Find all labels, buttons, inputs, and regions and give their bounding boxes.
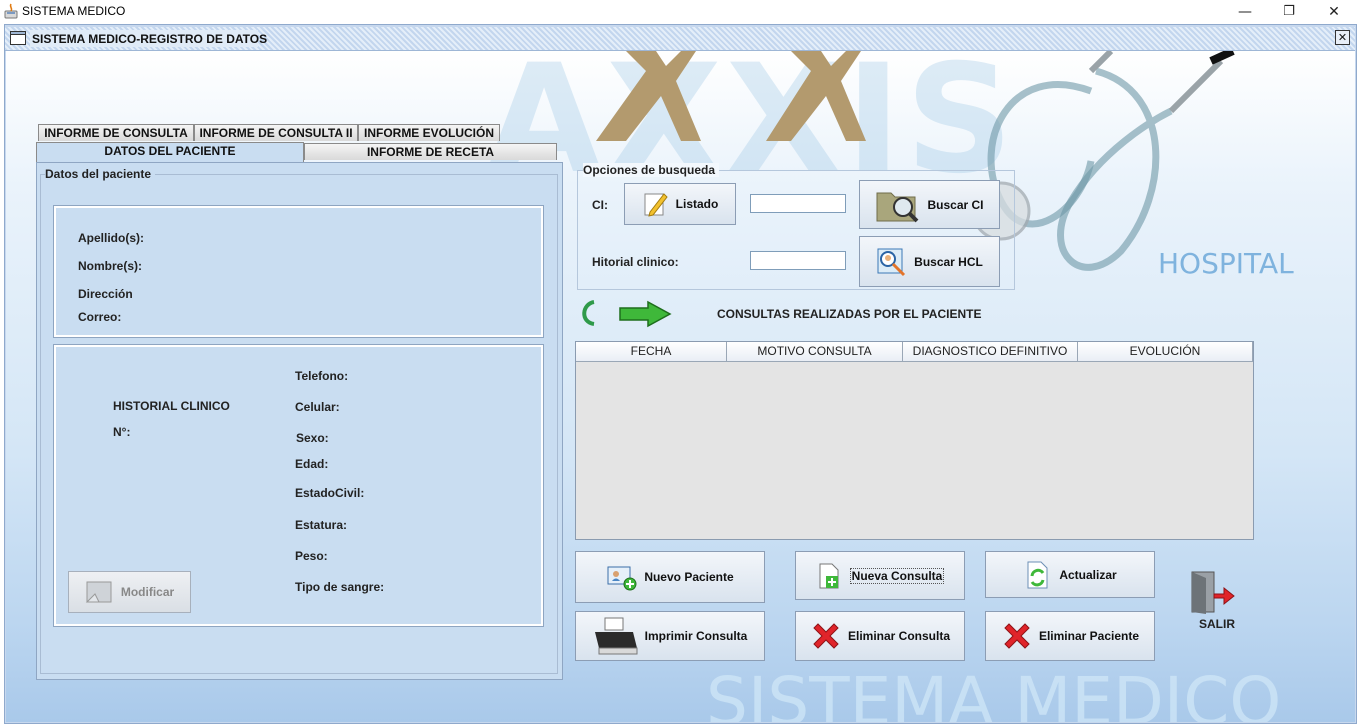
printer-icon (594, 617, 638, 655)
imprimir-consulta-button[interactable]: Imprimir Consulta (575, 611, 765, 661)
axxis-x-logo (596, 51, 866, 141)
edit-note-icon (85, 581, 112, 603)
nuevo-paciente-label: Nuevo Paciente (644, 570, 734, 584)
telefono-label: Telefono: (295, 369, 349, 383)
column-header-motivo[interactable]: MOTIVO CONSULTA (727, 342, 903, 362)
add-patient-icon (607, 566, 637, 591)
estatura-label: Estatura: (295, 518, 348, 532)
nueva-consulta-label: Nueva Consulta (849, 567, 945, 584)
correo-label: Correo: (78, 310, 122, 324)
tipo-sangre-label: Tipo de sangre: (295, 580, 385, 594)
frame-title: SISTEMA MEDICO-REGISTRO DE DATOS (32, 32, 268, 46)
person-search-icon (877, 248, 906, 276)
green-arrow-icon (619, 300, 672, 328)
minimize-button[interactable]: — (1222, 0, 1268, 23)
close-icon: ✕ (1337, 31, 1348, 44)
delete-x-icon (813, 623, 839, 649)
modificar-label: Modificar (120, 585, 175, 599)
apellido-label: Apellido(s): (78, 231, 144, 245)
pencil-note-icon (644, 193, 668, 217)
close-window-button[interactable]: ✕ (1311, 0, 1357, 23)
tab-datos-paciente[interactable]: DATOS DEL PACIENTE (36, 142, 304, 162)
buscar-hcl-button[interactable]: Buscar HCL (859, 236, 1000, 287)
search-group-title: Opciones de busqueda (583, 163, 720, 177)
modificar-button[interactable]: Modificar (68, 571, 191, 613)
java-app-icon (4, 3, 18, 22)
column-header-diagnostico[interactable]: DIAGNOSTICO DEFINITIVO (903, 342, 1078, 362)
actualizar-label: Actualizar (1059, 567, 1117, 582)
tab-informe-consulta-ii[interactable]: INFORME DE CONSULTA II (194, 124, 358, 141)
refresh-document-icon (1027, 561, 1048, 588)
listado-button[interactable]: Listado (624, 183, 736, 225)
loading-arc-icon (582, 300, 595, 326)
buscar-ci-button[interactable]: Buscar CI (859, 180, 1000, 229)
ci-label: CI: (592, 198, 608, 212)
sexo-label: Sexo: (296, 431, 329, 445)
historial-search-label: Hitorial clinico: (592, 255, 679, 269)
folder-search-icon (876, 192, 919, 222)
column-header-evolucion[interactable]: EVOLUCIÓN (1078, 342, 1253, 362)
delete-x-icon (1004, 623, 1030, 649)
os-titlebar (0, 0, 1363, 23)
nuevo-paciente-button[interactable]: Nuevo Paciente (575, 551, 765, 603)
frame-icon (10, 31, 26, 48)
actualizar-button[interactable]: Actualizar (985, 551, 1155, 598)
listado-label: Listado (675, 197, 719, 211)
direccion-label: Dirección (78, 287, 133, 301)
maximize-button[interactable]: ❐ (1266, 0, 1312, 23)
buscar-ci-label: Buscar CI (927, 197, 984, 212)
exit-door-icon (1191, 571, 1235, 614)
salir-label: SALIR (1199, 617, 1235, 631)
estado-civil-label: EstadoCivil: (295, 486, 365, 500)
historial-clinico-label: HISTORIAL CLINICO (113, 399, 230, 413)
nombre-label: Nombre(s): (78, 259, 143, 273)
tab-informe-evolucion[interactable]: INFORME EVOLUCIÓN (358, 124, 500, 141)
patient-group-title: Datos del paciente (45, 167, 156, 181)
eliminar-paciente-label: Eliminar Paciente (1038, 629, 1140, 643)
eliminar-paciente-button[interactable]: Eliminar Paciente (985, 611, 1155, 661)
hospital-label: HOSPITAL (1158, 247, 1294, 280)
tab-informe-receta[interactable]: INFORME DE RECETA (304, 143, 557, 160)
salir-button[interactable]: SALIR (1188, 568, 1244, 634)
celular-label: Celular: (295, 400, 340, 414)
nueva-consulta-button[interactable]: Nueva Consulta (795, 551, 965, 600)
tab-informe-consulta[interactable]: INFORME DE CONSULTA (38, 124, 194, 141)
column-header-fecha[interactable]: FECHA (576, 342, 727, 362)
edad-label: Edad: (295, 457, 329, 471)
historial-numero-label: N°: (113, 425, 131, 439)
imprimir-consulta-label: Imprimir Consulta (644, 629, 748, 643)
consultas-title: CONSULTAS REALIZADAS POR EL PACIENTE (717, 307, 982, 321)
buscar-hcl-label: Buscar HCL (914, 254, 983, 269)
peso-label: Peso: (295, 549, 328, 563)
background-watermark-bottom: SISTEMA MEDICO (706, 663, 1282, 722)
window-title: SISTEMA MEDICO (22, 4, 126, 18)
new-document-icon (819, 563, 839, 588)
consultas-table[interactable]: FECHA MOTIVO CONSULTA DIAGNOSTICO DEFINI… (575, 341, 1254, 540)
eliminar-consulta-button[interactable]: Eliminar Consulta (795, 611, 965, 661)
eliminar-consulta-label: Eliminar Consulta (847, 629, 951, 643)
hcl-input[interactable] (750, 251, 846, 270)
frame-close-button[interactable]: ✕ (1335, 30, 1350, 45)
ci-input[interactable] (750, 194, 846, 213)
